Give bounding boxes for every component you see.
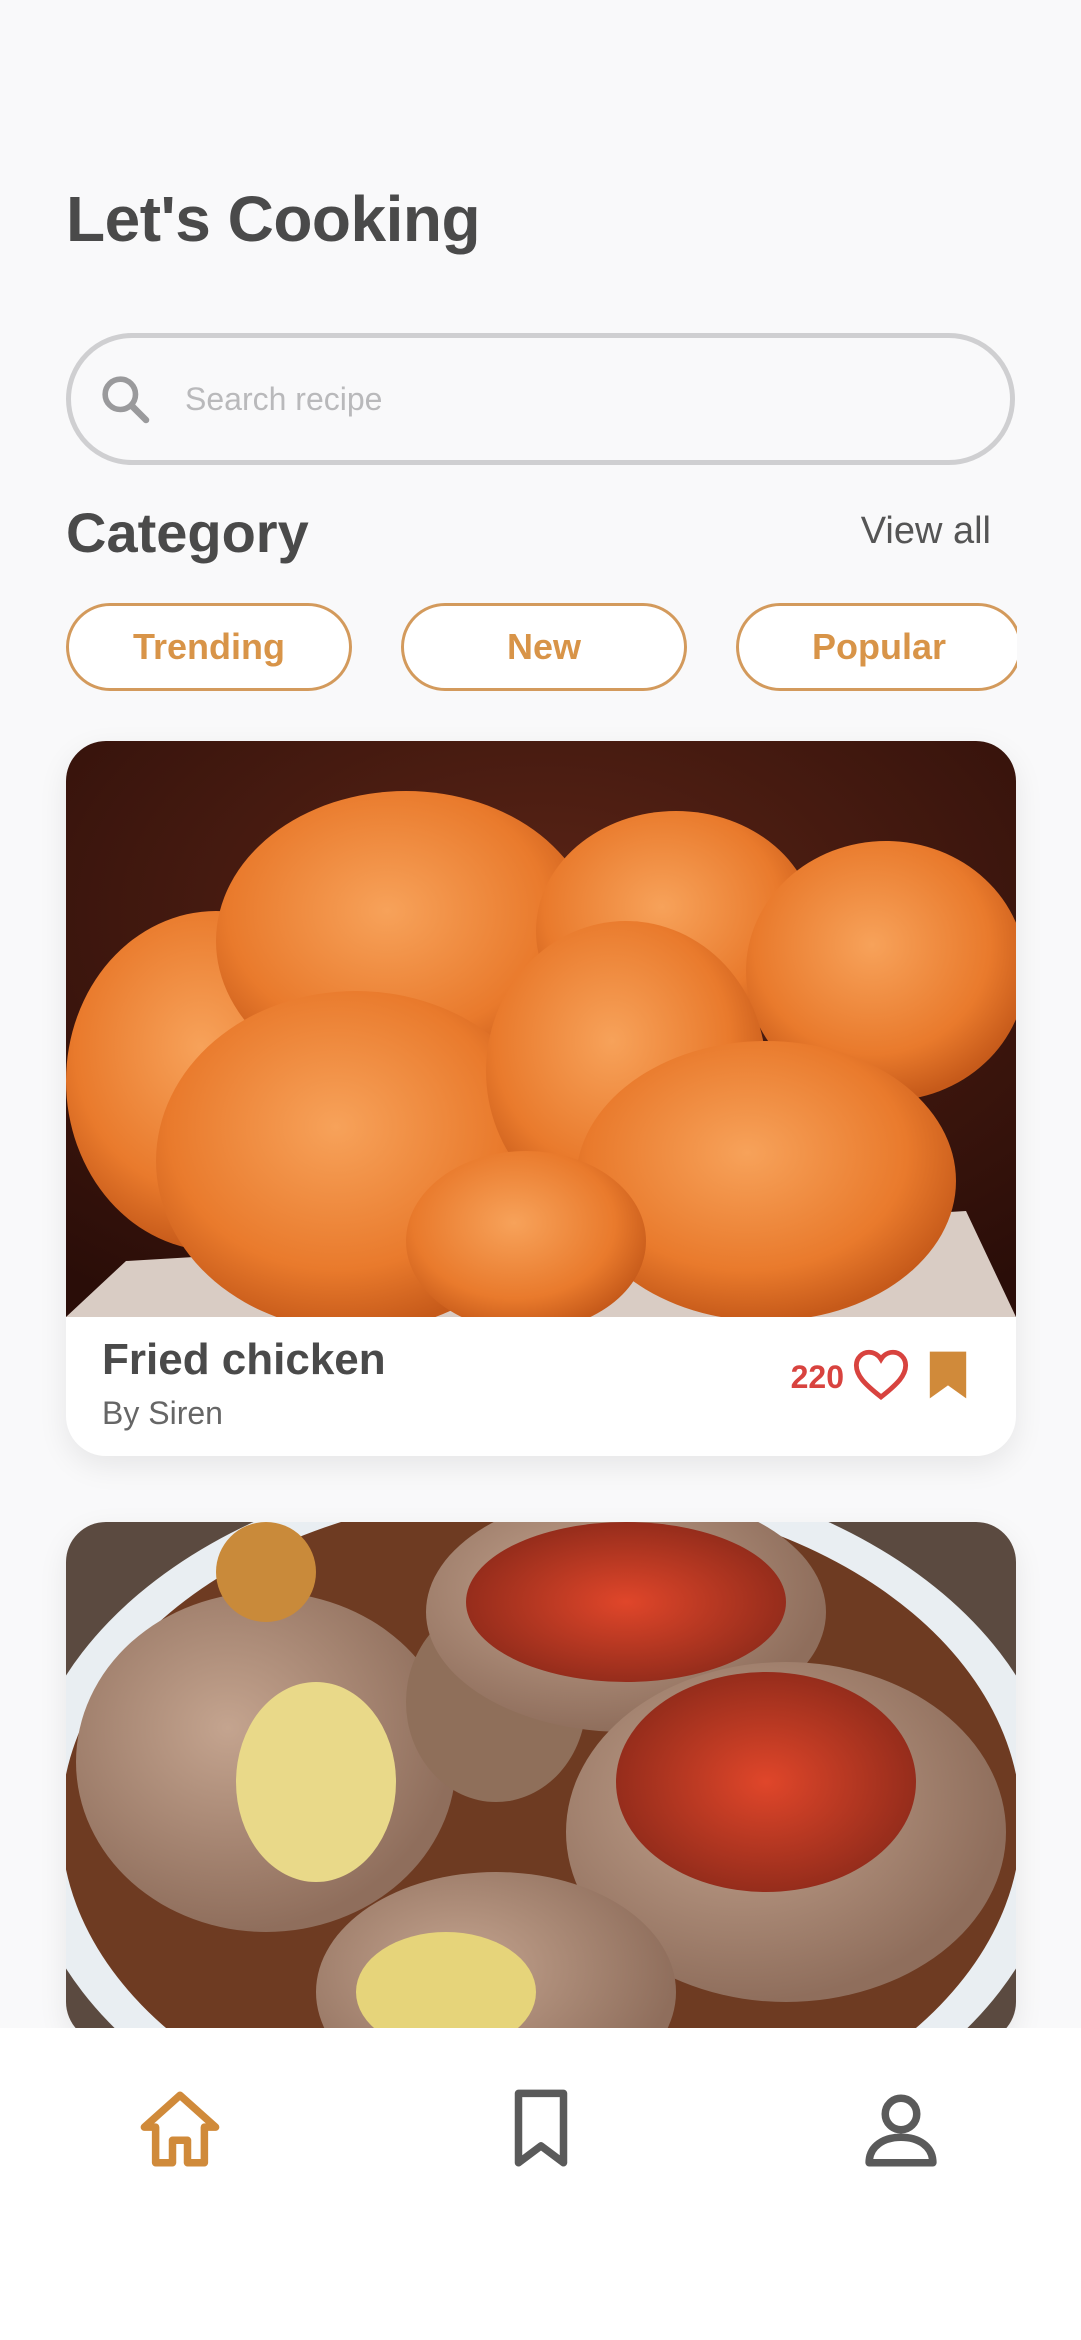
search-bar[interactable]: Search recipe xyxy=(66,333,1015,465)
recipe-photo xyxy=(66,741,1016,1317)
category-title: Category xyxy=(66,501,309,564)
bookmark-nav-icon[interactable] xyxy=(496,2084,586,2174)
chip-popular[interactable]: Popular xyxy=(736,603,1017,691)
profile-icon[interactable] xyxy=(856,2084,946,2174)
heart-icon[interactable] xyxy=(852,1347,910,1401)
bottom-nav xyxy=(0,2028,1081,2340)
search-icon xyxy=(102,376,150,424)
chip-new[interactable]: New xyxy=(401,603,687,691)
chip-trending[interactable]: Trending xyxy=(66,603,352,691)
recipe-card[interactable]: Fried chicken By Siren 220 xyxy=(66,741,1016,1456)
page-title: Let's Cooking xyxy=(66,183,481,255)
bookmark-icon[interactable] xyxy=(926,1349,970,1401)
recipe-card[interactable] xyxy=(66,1522,1016,2042)
home-icon[interactable] xyxy=(135,2084,225,2174)
like-count: 220 xyxy=(790,1359,844,1395)
search-input[interactable]: Search recipe xyxy=(185,381,382,418)
recipe-author: By Siren xyxy=(102,1395,223,1431)
recipe-name: Fried chicken xyxy=(102,1335,386,1384)
recipe-photo xyxy=(66,1522,1016,2042)
view-all-link[interactable]: View all xyxy=(861,510,991,553)
